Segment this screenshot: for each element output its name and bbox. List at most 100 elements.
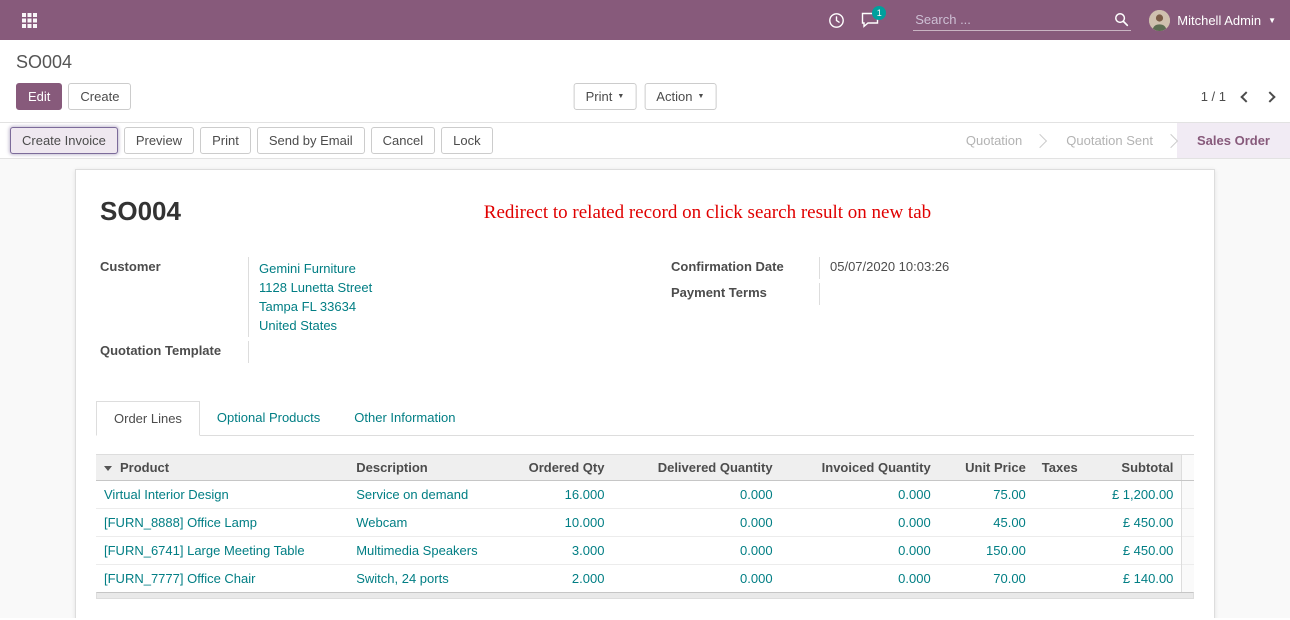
create-invoice-button[interactable]: Create Invoice (10, 127, 118, 154)
lock-button[interactable]: Lock (441, 127, 492, 154)
cell-unit-price[interactable]: 75.00 (939, 481, 1034, 509)
cell-product-link[interactable]: [FURN_8888] Office Lamp (96, 509, 348, 537)
cancel-button[interactable]: Cancel (371, 127, 435, 154)
cell-description[interactable]: Multimedia Speakers (348, 537, 500, 565)
pager-next-icon[interactable] (1264, 91, 1275, 102)
col-description[interactable]: Description (348, 455, 500, 481)
status-steps: Quotation Quotation Sent Sales Order (946, 123, 1290, 158)
cell-ordered-qty[interactable]: 3.000 (500, 537, 612, 565)
cell-description[interactable]: Switch, 24 ports (348, 565, 500, 593)
print-dropdown-button[interactable]: Print▼ (574, 83, 637, 110)
global-search (913, 9, 1131, 31)
table-scroll-gutter (1182, 455, 1194, 481)
top-navbar: 1 Mitchell Admin ▼ (0, 0, 1290, 40)
payment-terms-value[interactable] (819, 283, 1194, 305)
cell-product-link[interactable]: [FURN_7777] Office Chair (96, 565, 348, 593)
col-unit-price[interactable]: Unit Price (939, 455, 1034, 481)
create-button[interactable]: Create (68, 83, 131, 110)
col-taxes[interactable]: Taxes (1034, 455, 1092, 481)
apps-grid-icon[interactable] (14, 5, 44, 35)
cell-ordered-qty[interactable]: 10.000 (500, 509, 612, 537)
cell-ordered-qty[interactable]: 2.000 (500, 565, 612, 593)
cell-delivered-quantity[interactable]: 0.000 (612, 509, 780, 537)
customer-label: Customer (100, 257, 248, 337)
cell-unit-price[interactable]: 70.00 (939, 565, 1034, 593)
col-product[interactable]: Product (96, 455, 348, 481)
print-button[interactable]: Print (200, 127, 251, 154)
cell-subtotal[interactable]: £ 450.00 (1092, 509, 1182, 537)
cell-invoiced-quantity[interactable]: 0.000 (781, 481, 939, 509)
cell-unit-price[interactable]: 150.00 (939, 537, 1034, 565)
preview-button[interactable]: Preview (124, 127, 194, 154)
customer-street[interactable]: 1128 Lunetta Street (259, 278, 637, 297)
annotation-text: Redirect to related record on click sear… (181, 196, 1194, 224)
cell-unit-price[interactable]: 45.00 (939, 509, 1034, 537)
avatar (1149, 10, 1170, 31)
send-by-email-button[interactable]: Send by Email (257, 127, 365, 154)
confirmation-date-label: Confirmation Date (671, 257, 819, 279)
messages-icon[interactable]: 1 (853, 5, 887, 35)
user-menu[interactable]: Mitchell Admin ▼ (1149, 10, 1276, 31)
cell-product-link[interactable]: [FURN_6741] Large Meeting Table (96, 537, 348, 565)
order-lines-body: Virtual Interior Design Service on deman… (96, 481, 1194, 593)
pager: 1 / 1 (1201, 89, 1274, 104)
customer-country[interactable]: United States (259, 316, 637, 335)
cell-ordered-qty[interactable]: 16.000 (500, 481, 612, 509)
customer-name-link[interactable]: Gemini Furniture (259, 259, 637, 278)
table-bottom-strip (96, 592, 1194, 599)
chevron-down-icon: ▼ (617, 93, 624, 100)
col-subtotal[interactable]: Subtotal (1092, 455, 1182, 481)
control-panel: Edit Create Print▼ Action▼ 1 / 1 (0, 75, 1290, 122)
action-dropdown-button[interactable]: Action▼ (644, 83, 716, 110)
cell-taxes[interactable] (1034, 509, 1092, 537)
quotation-template-value[interactable] (248, 341, 647, 363)
tab-order-lines[interactable]: Order Lines (96, 401, 200, 436)
statusbar: Create Invoice Preview Print Send by Ema… (0, 122, 1290, 159)
cell-subtotal[interactable]: £ 450.00 (1092, 537, 1182, 565)
cell-description[interactable]: Webcam (348, 509, 500, 537)
tab-optional-products[interactable]: Optional Products (200, 401, 337, 435)
cell-taxes[interactable] (1034, 481, 1092, 509)
table-row[interactable]: Virtual Interior Design Service on deman… (96, 481, 1194, 509)
cell-description[interactable]: Service on demand (348, 481, 500, 509)
cell-product-link[interactable]: Virtual Interior Design (96, 481, 348, 509)
cell-taxes[interactable] (1034, 537, 1092, 565)
cell-taxes[interactable] (1034, 565, 1092, 593)
table-row[interactable]: [FURN_7777] Office Chair Switch, 24 port… (96, 565, 1194, 593)
table-header-row: Product Description Ordered Qty Delivere… (96, 455, 1194, 481)
form-sheet: SO004 Redirect to related record on clic… (75, 169, 1215, 618)
search-input[interactable] (915, 12, 1114, 27)
table-scroll-gutter (1182, 565, 1194, 593)
customer-city[interactable]: Tampa FL 33634 (259, 297, 637, 316)
order-lines-table: Product Description Ordered Qty Delivere… (96, 454, 1194, 592)
status-step-sales-order[interactable]: Sales Order (1177, 123, 1290, 158)
col-invoiced-quantity[interactable]: Invoiced Quantity (781, 455, 939, 481)
cell-invoiced-quantity[interactable]: 0.000 (781, 565, 939, 593)
edit-button[interactable]: Edit (16, 83, 62, 110)
col-ordered-qty[interactable]: Ordered Qty (500, 455, 612, 481)
notebook-tabs: Order Lines Optional Products Other Info… (96, 401, 1194, 436)
cell-invoiced-quantity[interactable]: 0.000 (781, 537, 939, 565)
cell-subtotal[interactable]: £ 1,200.00 (1092, 481, 1182, 509)
cell-delivered-quantity[interactable]: 0.000 (612, 481, 780, 509)
cell-delivered-quantity[interactable]: 0.000 (612, 537, 780, 565)
cell-subtotal[interactable]: £ 140.00 (1092, 565, 1182, 593)
cell-delivered-quantity[interactable]: 0.000 (612, 565, 780, 593)
table-row[interactable]: [FURN_8888] Office Lamp Webcam 10.000 0.… (96, 509, 1194, 537)
pager-previous-icon[interactable] (1240, 91, 1251, 102)
activities-clock-icon[interactable] (819, 5, 853, 35)
pager-counter: 1 / 1 (1201, 89, 1226, 104)
col-delivered-quantity[interactable]: Delivered Quantity (612, 455, 780, 481)
page-title: SO004 (100, 196, 181, 227)
breadcrumb: SO004 (16, 52, 72, 72)
sort-caret-icon (104, 466, 112, 471)
status-step-quotation-sent[interactable]: Quotation Sent (1046, 123, 1173, 158)
customer-value: Gemini Furniture 1128 Lunetta Street Tam… (248, 257, 647, 337)
status-step-quotation[interactable]: Quotation (946, 123, 1042, 158)
tab-other-information[interactable]: Other Information (337, 401, 472, 435)
table-row[interactable]: [FURN_6741] Large Meeting Table Multimed… (96, 537, 1194, 565)
search-icon[interactable] (1114, 12, 1129, 27)
content-area: SO004 Redirect to related record on clic… (0, 159, 1290, 618)
table-scroll-gutter (1182, 481, 1194, 509)
cell-invoiced-quantity[interactable]: 0.000 (781, 509, 939, 537)
